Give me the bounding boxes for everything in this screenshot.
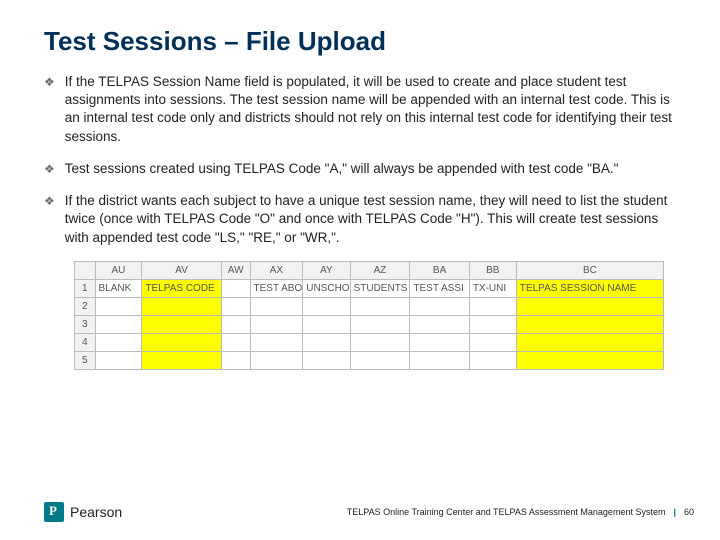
table-row: 1 BLANK TELPAS CODE TEST ABO UNSCHO STUD… (75, 279, 664, 297)
cell (221, 333, 250, 351)
cell (221, 279, 250, 297)
col-header: BA (410, 261, 469, 279)
slide: Test Sessions – File Upload ❖ If the TEL… (0, 0, 720, 540)
cell: BLANK (95, 279, 142, 297)
cell-highlighted (516, 297, 663, 315)
diamond-bullet-icon: ❖ (44, 194, 55, 208)
col-header: AW (221, 261, 250, 279)
table-row: 4 (75, 333, 664, 351)
cell (95, 297, 142, 315)
col-header: AY (303, 261, 350, 279)
footer-right: TELPAS Online Training Center and TELPAS… (347, 507, 694, 517)
cell-highlighted: TELPAS SESSION NAME (516, 279, 663, 297)
cell-highlighted: TELPAS CODE (142, 279, 221, 297)
row-number: 1 (75, 279, 96, 297)
cell (221, 297, 250, 315)
cell-highlighted (516, 351, 663, 369)
cell (95, 333, 142, 351)
cell (350, 315, 410, 333)
col-header: AU (95, 261, 142, 279)
diamond-bullet-icon: ❖ (44, 162, 55, 176)
list-item: ❖ Test sessions created using TELPAS Cod… (44, 160, 676, 178)
brand-name: Pearson (70, 504, 122, 520)
cell (221, 315, 250, 333)
footer: Pearson TELPAS Online Training Center an… (44, 502, 694, 522)
cell (350, 333, 410, 351)
cell: UNSCHO (303, 279, 350, 297)
list-item: ❖ If the district wants each subject to … (44, 192, 676, 247)
page-title: Test Sessions – File Upload (44, 26, 676, 57)
cell (303, 351, 350, 369)
cell (95, 351, 142, 369)
footer-separator-icon: | (673, 507, 676, 517)
cell-highlighted (516, 315, 663, 333)
cell (221, 351, 250, 369)
cell (303, 297, 350, 315)
cell-highlighted (142, 315, 221, 333)
diamond-bullet-icon: ❖ (44, 75, 55, 89)
brand: Pearson (44, 502, 122, 522)
cell: TX-UNI (469, 279, 516, 297)
col-header: AX (250, 261, 303, 279)
cell (410, 351, 469, 369)
cell (350, 297, 410, 315)
table-row: 2 (75, 297, 664, 315)
column-header-row: AU AV AW AX AY AZ BA BB BC (75, 261, 664, 279)
cell-highlighted (142, 351, 221, 369)
spreadsheet-preview: AU AV AW AX AY AZ BA BB BC 1 BLANK TELPA… (74, 261, 664, 370)
col-header: AZ (350, 261, 410, 279)
cell: STUDENTS (350, 279, 410, 297)
cell (350, 351, 410, 369)
footer-text: TELPAS Online Training Center and TELPAS… (347, 507, 666, 517)
bullet-list: ❖ If the TELPAS Session Name field is po… (44, 73, 676, 247)
col-header: AV (142, 261, 221, 279)
col-header: BB (469, 261, 516, 279)
pearson-logo-icon (44, 502, 64, 522)
cell (469, 333, 516, 351)
bullet-text: If the district wants each subject to ha… (65, 192, 676, 247)
cell (250, 297, 303, 315)
row-number: 3 (75, 315, 96, 333)
bullet-text: Test sessions created using TELPAS Code … (65, 160, 676, 178)
cell (410, 315, 469, 333)
cell (303, 315, 350, 333)
cell-highlighted (142, 333, 221, 351)
cell (303, 333, 350, 351)
col-header: BC (516, 261, 663, 279)
cell (250, 351, 303, 369)
row-number: 2 (75, 297, 96, 315)
cell (250, 333, 303, 351)
cell: TEST ABO (250, 279, 303, 297)
cell (250, 315, 303, 333)
cell (410, 297, 469, 315)
cell (469, 297, 516, 315)
corner-cell (75, 261, 96, 279)
row-number: 4 (75, 333, 96, 351)
cell (95, 315, 142, 333)
page-number: 60 (684, 507, 694, 517)
bullet-text: If the TELPAS Session Name field is popu… (65, 73, 676, 146)
cell (469, 315, 516, 333)
cell-highlighted (142, 297, 221, 315)
row-number: 5 (75, 351, 96, 369)
cell (410, 333, 469, 351)
cell-highlighted (516, 333, 663, 351)
table-row: 5 (75, 351, 664, 369)
cell (469, 351, 516, 369)
cell: TEST ASSI (410, 279, 469, 297)
list-item: ❖ If the TELPAS Session Name field is po… (44, 73, 676, 146)
table-row: 3 (75, 315, 664, 333)
spreadsheet-table: AU AV AW AX AY AZ BA BB BC 1 BLANK TELPA… (74, 261, 664, 370)
